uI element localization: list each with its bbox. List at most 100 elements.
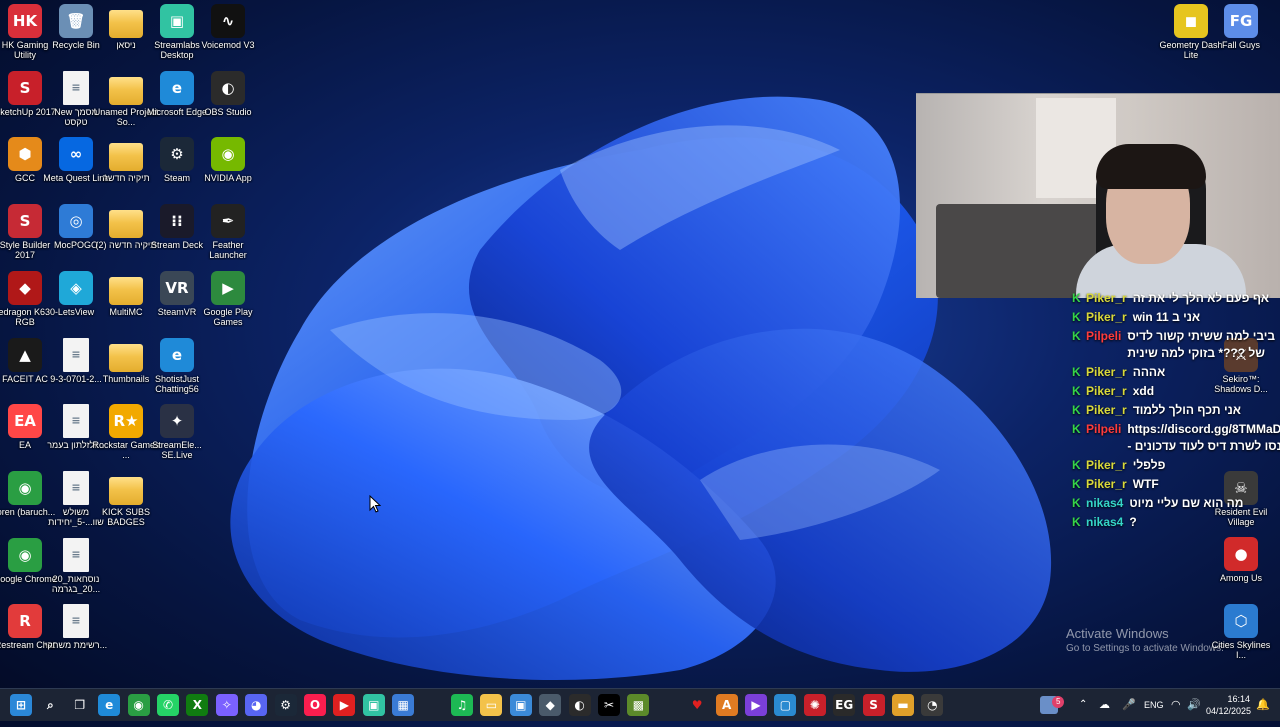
notification-bell-icon[interactable]: 🔔 bbox=[1256, 689, 1270, 721]
volume-icon[interactable]: 🔊 bbox=[1187, 689, 1201, 721]
desktop-shortcut-label: OBS Studio bbox=[204, 106, 252, 117]
edge-icon[interactable]: e bbox=[98, 694, 121, 716]
streamlabs-icon[interactable]: ▣ bbox=[362, 694, 385, 716]
wifi-icon[interactable]: ◠ bbox=[1171, 689, 1181, 721]
desktop-shortcut[interactable]: ≡ רשימת משחקי... bbox=[42, 604, 110, 668]
spotify-icon[interactable]: ♫ bbox=[451, 694, 473, 716]
chat-message-text: אני תכף הולך ללמוד bbox=[1132, 403, 1241, 417]
desktop-shortcut[interactable]: ✦ StreamEle... SE.Live bbox=[143, 404, 211, 468]
clapper-icon[interactable]: ▶ bbox=[745, 694, 767, 716]
hk-gaming-icon: HK bbox=[8, 4, 42, 38]
kick-badge-icon: K bbox=[1072, 384, 1081, 398]
sketchup-icon[interactable]: S bbox=[862, 694, 885, 716]
desktop-shortcut[interactable]: KICK SUBS BADGES bbox=[92, 471, 160, 535]
chevron-up-icon[interactable]: ⌃ bbox=[1079, 689, 1087, 721]
chat-username: nikas4 bbox=[1086, 515, 1124, 529]
folder-icon bbox=[109, 10, 143, 38]
kick-badge-icon: K bbox=[1072, 365, 1081, 379]
desktop-shortcut[interactable]: ◐ OBS Studio bbox=[194, 70, 262, 135]
shield-icon[interactable]: ◆ bbox=[539, 694, 562, 716]
desktop-shortcut-label: ShotistJust Chatting56 bbox=[154, 373, 200, 394]
folder-icon bbox=[109, 343, 143, 372]
search-icon[interactable]: ⌕ bbox=[39, 694, 61, 716]
opera-gx-icon[interactable]: O bbox=[304, 694, 326, 716]
hk-gaming-icon[interactable]: ✺ bbox=[803, 694, 826, 716]
cloud-icon[interactable]: ☁ bbox=[1099, 689, 1110, 721]
chat-username: Piker_r bbox=[1086, 365, 1127, 379]
xbox-icon[interactable]: X bbox=[186, 694, 209, 716]
file-explorer-icon[interactable]: ▭ bbox=[480, 694, 503, 716]
desktop-shortcut-label: KICK SUBS BADGES bbox=[101, 506, 150, 527]
style-builder-icon: S bbox=[8, 204, 42, 239]
heart-app-icon[interactable]: ♥ bbox=[686, 694, 708, 716]
streamlabs-icon: ▣ bbox=[160, 4, 194, 38]
chat-message-text: ? bbox=[1129, 515, 1137, 529]
chat-message: K Piker_r אההה bbox=[1068, 364, 1280, 381]
blank-app-icon[interactable] bbox=[422, 694, 444, 716]
desktop-shortcut-label: Feather Launcher bbox=[209, 240, 247, 261]
app-window-icon[interactable]: ▢ bbox=[774, 694, 797, 716]
app-a-icon[interactable]: A bbox=[715, 694, 738, 716]
kick-badge-icon: K bbox=[1072, 310, 1081, 324]
chat-username: Pilpeli bbox=[1086, 422, 1122, 436]
task-view-icon[interactable]: ❐ bbox=[69, 694, 91, 716]
desktop-shortcut-label: 20_נוסחאות ...20_בגרמה bbox=[51, 573, 101, 594]
chat-message-text: מה הוא שם עליי מיוט bbox=[1129, 496, 1244, 510]
steam-icon: ⚙ bbox=[160, 137, 194, 172]
language-indicator[interactable]: ENG bbox=[1144, 689, 1164, 721]
mouse-cursor-icon bbox=[369, 495, 381, 513]
chat-message-text: WTF bbox=[1132, 477, 1159, 491]
microphone-icon[interactable]: 🎤 bbox=[1122, 689, 1136, 721]
desktop-shortcut[interactable]: ∿ Voicemod V3 bbox=[194, 4, 262, 68]
desktop-shortcut-label: Voicemod V3 bbox=[201, 40, 255, 50]
obs-icon[interactable]: ◐ bbox=[568, 694, 591, 716]
wallet-icon[interactable]: ▬ bbox=[892, 694, 914, 716]
epic-games-icon[interactable]: EG bbox=[833, 694, 856, 716]
chat-username: Piker_r bbox=[1086, 458, 1127, 472]
windows-start-icon[interactable]: ⊞ bbox=[10, 694, 32, 716]
letsview-icon: ◈ bbox=[59, 270, 93, 305]
steam-icon[interactable]: ⚙ bbox=[274, 694, 297, 716]
whatsapp-icon[interactable]: ✆ bbox=[157, 694, 179, 716]
copilot-icon[interactable]: ✧ bbox=[215, 694, 238, 716]
capcut-icon[interactable]: ✂ bbox=[598, 694, 620, 716]
gcc-icon: ⬢ bbox=[8, 137, 42, 172]
meta-quest-icon: ∞ bbox=[59, 137, 93, 172]
kick-badge-icon: K bbox=[1072, 515, 1081, 529]
activate-windows-watermark: Activate Windows Go to Settings to activ… bbox=[1066, 626, 1224, 656]
desktop-shortcut-label: Fall Guys bbox=[1221, 40, 1260, 50]
desktop-shortcut-label: Google Play Games bbox=[203, 306, 253, 327]
blank-app-icon[interactable] bbox=[657, 694, 679, 716]
desktop-shortcut[interactable]: FG Fall Guys bbox=[1207, 4, 1275, 68]
minecraft-icon[interactable]: ▩ bbox=[627, 694, 650, 716]
youtube-icon[interactable]: ▶ bbox=[333, 694, 356, 716]
desktop-shortcut[interactable]: ≡ 20_נוסחאות ...20_בגרמה bbox=[42, 537, 110, 602]
kick-badge-icon: K bbox=[1072, 329, 1081, 343]
geometry-dash-icon: ◼ bbox=[1174, 4, 1208, 38]
desktop-shortcut[interactable]: ✒ Feather Launcher bbox=[194, 204, 262, 268]
chat-message: K Pilpeli https://discord.gg/8TMMaDwx - כנ… bbox=[1068, 421, 1280, 455]
kick-badge-icon: K bbox=[1072, 477, 1081, 491]
chat-message-text: אף פעם לא הלך לי את זה bbox=[1132, 291, 1270, 305]
desktop-shortcut[interactable]: ● Among Us bbox=[1207, 537, 1275, 601]
chrome-icon[interactable]: ◉ bbox=[127, 694, 150, 716]
chrome-icon: ◉ bbox=[8, 537, 42, 572]
window-app-icon[interactable]: ▣ bbox=[509, 694, 532, 716]
desktop-shortcut[interactable]: e ShotistJust Chatting56 bbox=[143, 337, 211, 402]
store-icon[interactable]: ▦ bbox=[392, 694, 415, 716]
desktop-shortcut[interactable]: ◉ NVIDIA App bbox=[194, 137, 262, 201]
chat-username: Piker_r bbox=[1086, 310, 1127, 324]
desktop-shortcut[interactable]: ▶ Google Play Games bbox=[194, 270, 262, 335]
faceit-icon: ▲ bbox=[8, 337, 42, 372]
chat-message: K Piker_r WTF bbox=[1068, 476, 1280, 493]
speedometer-icon[interactable]: ◔ bbox=[921, 694, 944, 716]
system-clock[interactable]: 16:14 04/12/2025 bbox=[1206, 693, 1251, 717]
nvidia-icon: ◉ bbox=[211, 137, 245, 172]
document-icon: ≡ bbox=[63, 337, 89, 372]
cities-skylines-icon: ⬡ bbox=[1224, 604, 1258, 638]
notification-badge: 5 bbox=[1052, 685, 1065, 717]
discord-icon[interactable]: ◕ bbox=[245, 694, 268, 716]
chat-username: Pilpeli bbox=[1086, 329, 1122, 343]
chat-username: Piker_r bbox=[1086, 477, 1127, 491]
desktop-shortcut-label: רשימת משחקי... bbox=[44, 640, 108, 651]
